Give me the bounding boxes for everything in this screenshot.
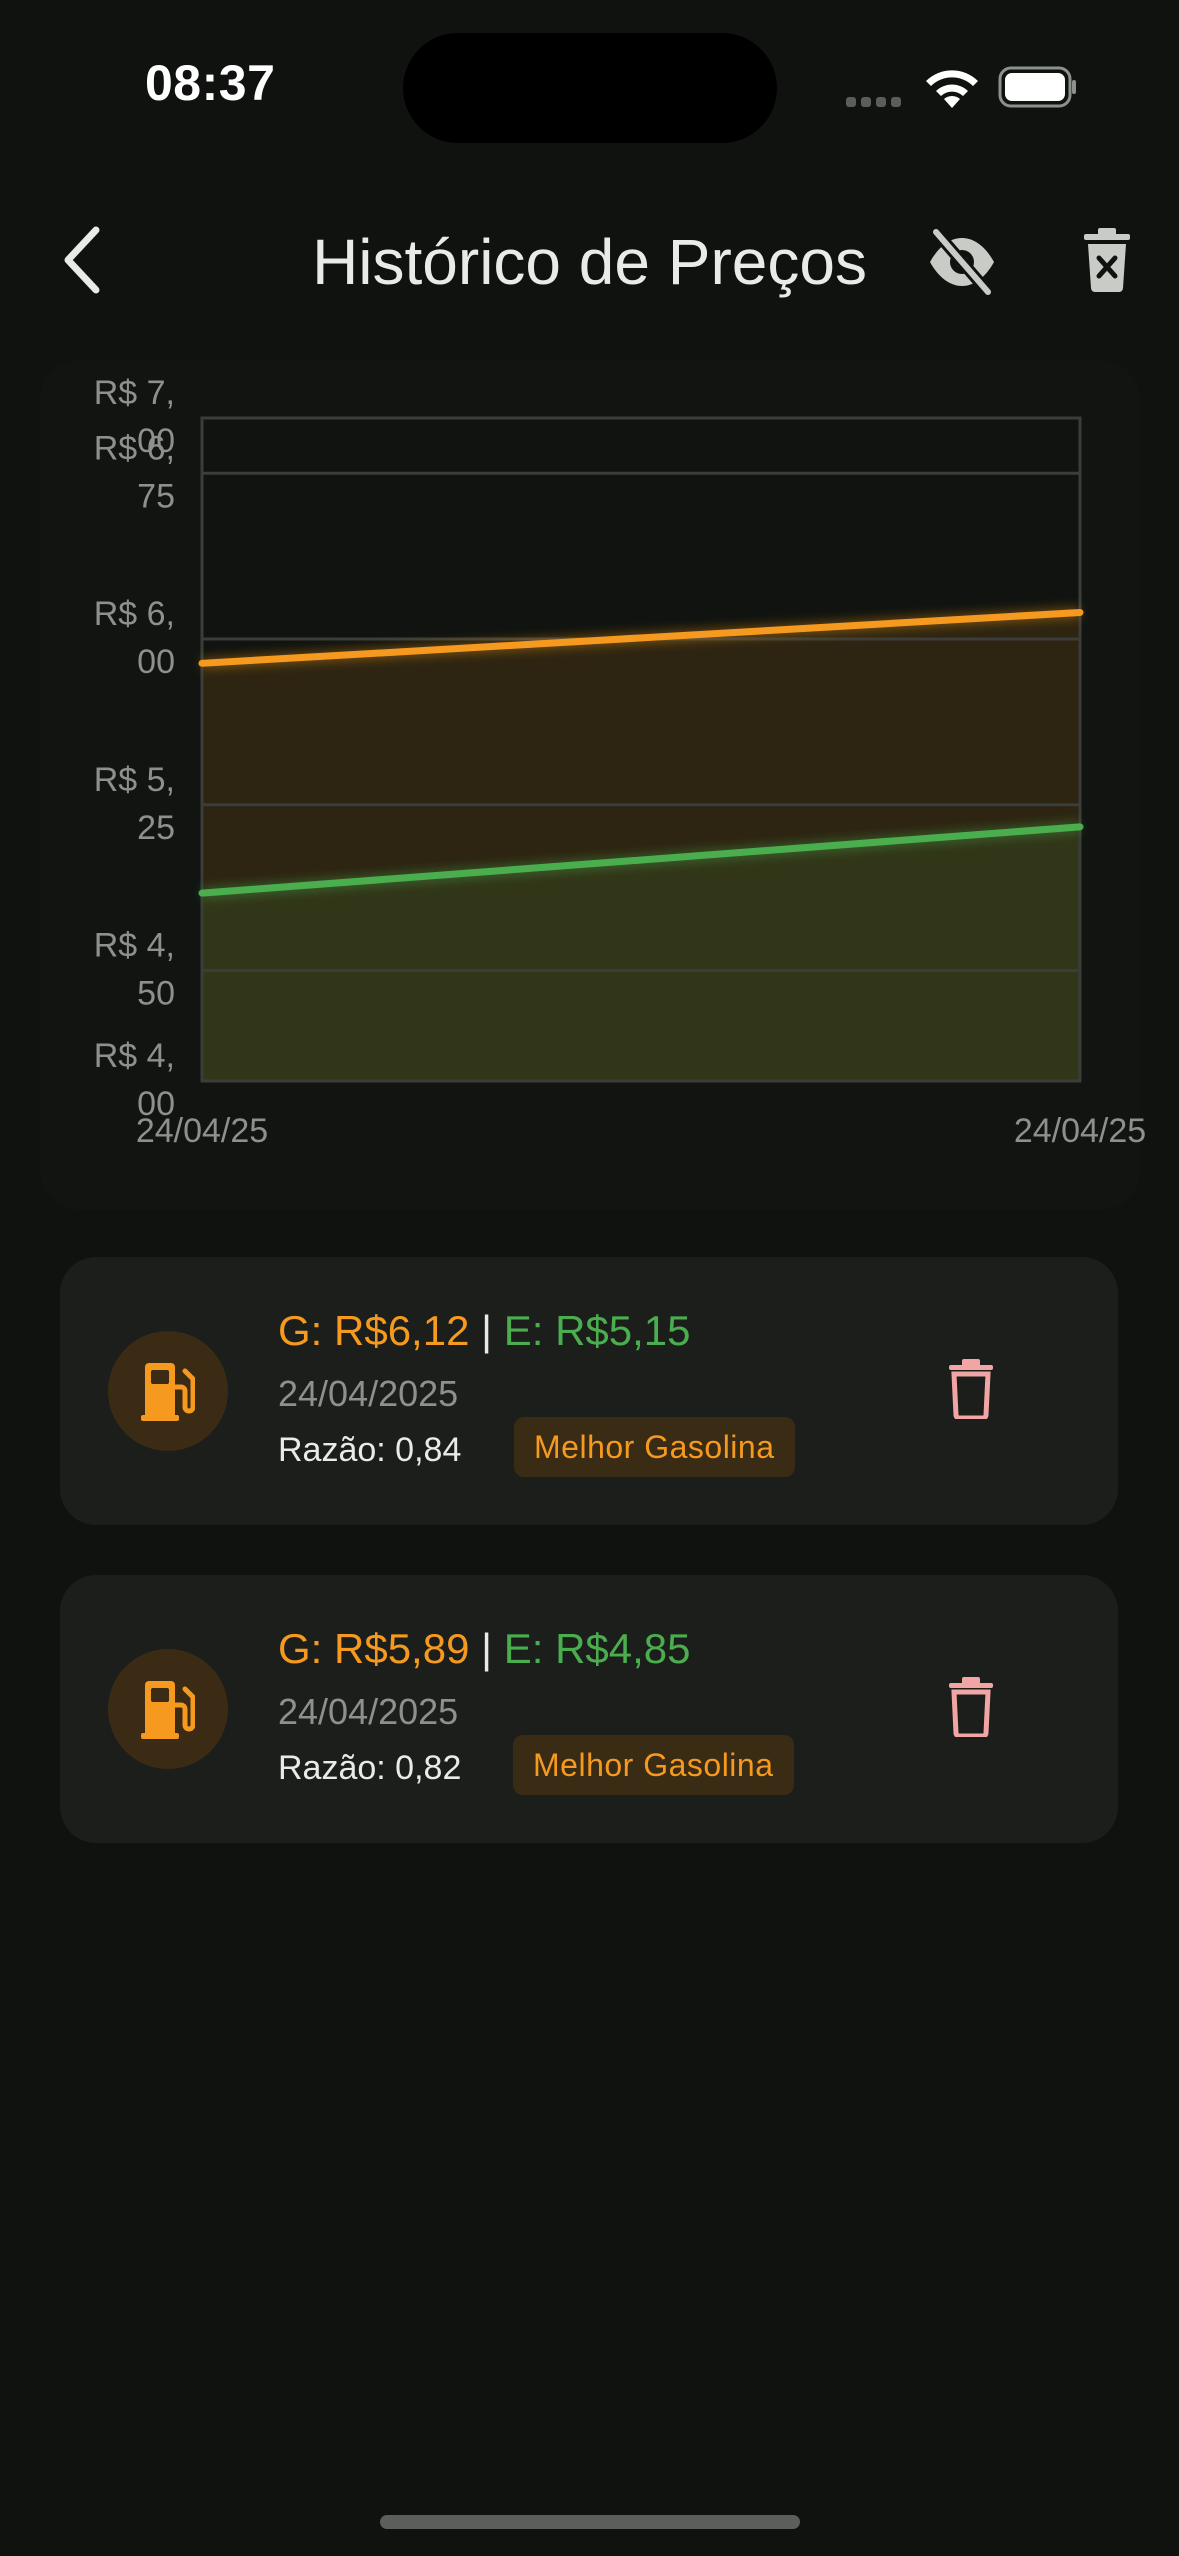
trash-icon xyxy=(949,1677,993,1737)
fuel-pump-icon xyxy=(141,1681,195,1739)
recommendation-badge: Melhor Gasolina xyxy=(513,1735,794,1795)
price-record-card[interactable]: G: R$5,89 | E: R$4,85 24/04/2025 Razão: … xyxy=(60,1575,1118,1843)
fuel-icon-badge xyxy=(108,1331,228,1451)
ethanol-price: E: R$4,85 xyxy=(503,1625,691,1672)
trash-icon xyxy=(949,1359,993,1419)
x-tick-label: 24/04/25 xyxy=(136,1112,268,1150)
price-separator: | xyxy=(481,1625,493,1672)
delete-record-button[interactable] xyxy=(948,1677,994,1737)
home-indicator xyxy=(380,2515,800,2529)
record-date: 24/04/2025 xyxy=(278,1373,459,1414)
x-tick-label: 24/04/25 xyxy=(1014,1112,1146,1150)
recommendation-badge: Melhor Gasolina xyxy=(514,1417,795,1477)
y-tick-label: R$ 6, 75 xyxy=(94,429,175,515)
y-tick-label: R$ 4, 00 xyxy=(94,1037,175,1123)
fuel-pump-icon xyxy=(141,1363,195,1421)
fuel-icon-badge xyxy=(108,1649,228,1769)
record-date: 24/04/2025 xyxy=(278,1691,459,1732)
y-tick-label: R$ 4, 50 xyxy=(94,927,175,1013)
price-history-chart: R$ 7, 00R$ 6, 75R$ 6, 00R$ 5, 25R$ 4, 50R$ 4,… xyxy=(94,374,1146,1150)
y-tick-label: R$ 5, 25 xyxy=(94,761,175,847)
ethanol-price: E: R$5,15 xyxy=(503,1307,691,1354)
record-ratio: Razão: 0,84 xyxy=(278,1431,462,1469)
price-summary: G: R$5,89 | E: R$4,85 xyxy=(278,1625,691,1673)
delete-record-button[interactable] xyxy=(948,1359,994,1419)
price-separator: | xyxy=(481,1307,493,1354)
price-summary: G: R$6,12 | E: R$5,15 xyxy=(278,1307,691,1355)
gasoline-price: G: R$5,89 xyxy=(278,1625,470,1672)
gasoline-price: G: R$6,12 xyxy=(278,1307,470,1354)
price-record-card[interactable]: G: R$6,12 | E: R$5,15 24/04/2025 Razão: … xyxy=(60,1257,1118,1525)
record-ratio: Razão: 0,82 xyxy=(278,1749,462,1787)
y-tick-label: R$ 6, 00 xyxy=(94,595,175,681)
